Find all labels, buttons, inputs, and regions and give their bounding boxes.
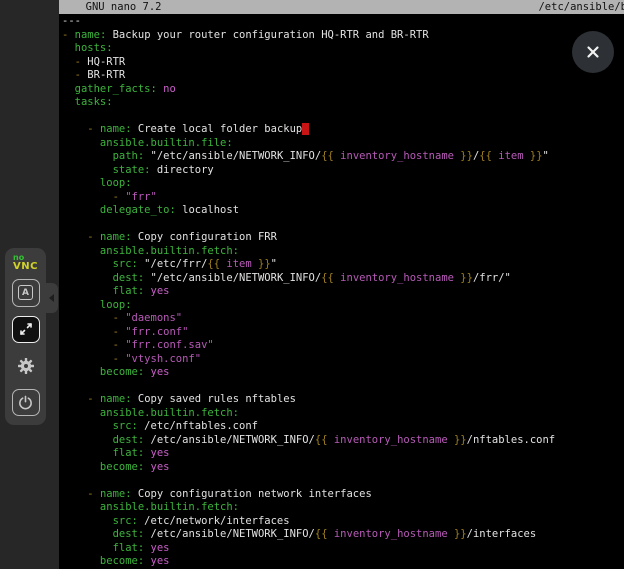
terminal-line: [62, 218, 624, 232]
settings-button[interactable]: [12, 352, 40, 379]
terminal-line: dest: /etc/ansible/NETWORK_INFO/{{ inven…: [62, 528, 624, 542]
terminal-text[interactable]: ---- name: Backup your router configurat…: [59, 14, 624, 569]
nano-titlebar: GNU nano 7.2 /etc/ansible/b: [59, 0, 624, 14]
collapse-left-arrow-icon: [49, 294, 54, 302]
terminal-line: src: /etc/network/interfaces: [62, 515, 624, 529]
terminal-line: become: yes: [62, 366, 624, 380]
terminal-line: - "daemons": [62, 312, 624, 326]
terminal-line: ansible.builtin.file:: [62, 137, 624, 151]
novnc-control-bar: no VNC A: [5, 248, 46, 425]
terminal-line: ansible.builtin.fetch:: [62, 501, 624, 515]
terminal-line: - "frr.conf": [62, 326, 624, 340]
terminal-line: state: directory: [62, 164, 624, 178]
control-bar-handle[interactable]: [45, 283, 58, 313]
terminal-line: flat: yes: [62, 542, 624, 556]
nano-file-path: /etc/ansible/b: [538, 0, 624, 14]
terminal-line: - name: Copy saved rules nftables: [62, 393, 624, 407]
terminal-line: loop:: [62, 177, 624, 191]
terminal-line: [62, 380, 624, 394]
terminal-line: gather_facts: no: [62, 83, 624, 97]
terminal-line: - HQ-RTR: [62, 56, 624, 70]
terminal-line: src: /etc/nftables.conf: [62, 420, 624, 434]
terminal-line: [62, 474, 624, 488]
terminal-line: - name: Backup your router configuration…: [62, 29, 624, 43]
disconnect-button[interactable]: [12, 389, 40, 417]
terminal-line: - "vtysh.conf": [62, 353, 624, 367]
terminal-line: - "frr": [62, 191, 624, 205]
terminal-line: ansible.builtin.fetch:: [62, 407, 624, 421]
novnc-logo: no VNC: [13, 253, 38, 271]
close-button[interactable]: [572, 31, 614, 73]
terminal-line: become: yes: [62, 461, 624, 475]
fullscreen-button[interactable]: [12, 316, 40, 344]
close-icon: [585, 44, 601, 60]
novnc-logo-bottom: VNC: [13, 262, 38, 271]
terminal-line: - "frr.conf.sav": [62, 339, 624, 353]
terminal-line: path: "/etc/ansible/NETWORK_INFO/{{ inve…: [62, 150, 624, 164]
keyboard-button[interactable]: A: [12, 279, 40, 307]
terminal-line: hosts:: [62, 42, 624, 56]
terminal-line: - BR-RTR: [62, 69, 624, 83]
terminal-line: delegate_to: localhost: [62, 204, 624, 218]
terminal-line: ansible.builtin.fetch:: [62, 245, 624, 259]
keyboard-a-icon: A: [18, 285, 33, 300]
terminal-window[interactable]: GNU nano 7.2 /etc/ansible/b ---- name: B…: [59, 0, 624, 569]
terminal-line: dest: "/etc/ansible/NETWORK_INFO/{{ inve…: [62, 272, 624, 286]
fullscreen-arrows-icon: [18, 321, 34, 337]
power-icon: [18, 395, 33, 410]
terminal-line: [62, 110, 624, 124]
terminal-line: dest: /etc/ansible/NETWORK_INFO/{{ inven…: [62, 434, 624, 448]
terminal-line: become: yes: [62, 555, 624, 569]
terminal-line: flat: yes: [62, 285, 624, 299]
terminal-line: tasks:: [62, 96, 624, 110]
terminal-line: src: "/etc/frr/{{ item }}": [62, 258, 624, 272]
terminal-line: flat: yes: [62, 447, 624, 461]
nano-app-title: GNU nano 7.2: [59, 0, 162, 14]
vnc-screen: GNU nano 7.2 /etc/ansible/b ---- name: B…: [0, 0, 624, 569]
terminal-line: - name: Copy configuration network inter…: [62, 488, 624, 502]
gear-icon: [17, 357, 35, 375]
terminal-line: - name: Create local folder backup: [62, 123, 624, 137]
terminal-line: loop:: [62, 299, 624, 313]
terminal-line: ---: [62, 15, 624, 29]
terminal-line: - name: Copy configuration FRR: [62, 231, 624, 245]
